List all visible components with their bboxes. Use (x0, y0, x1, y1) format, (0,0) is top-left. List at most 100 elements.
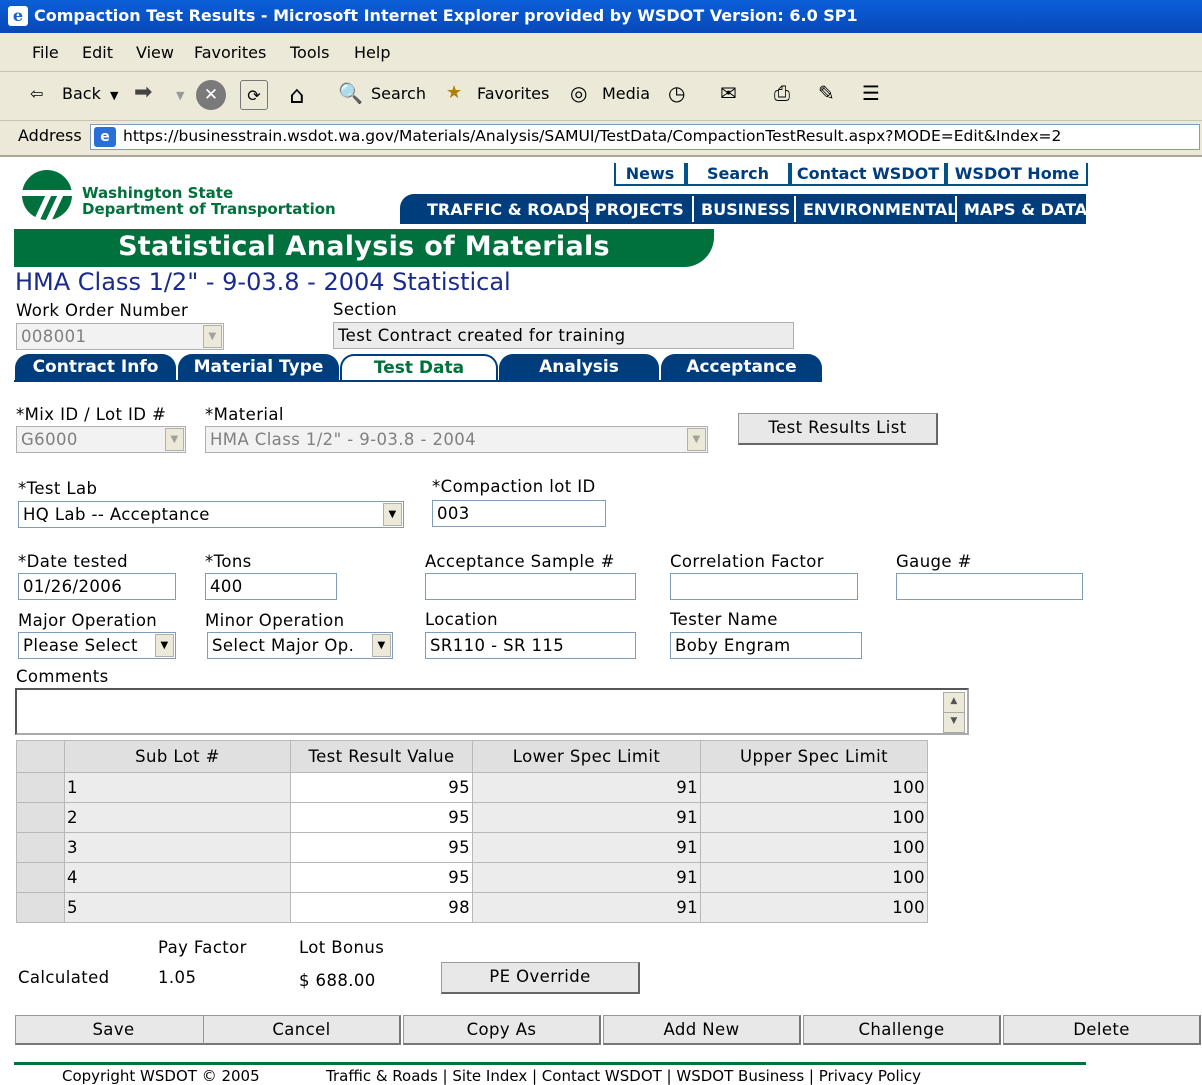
test-result-cell[interactable]: 95 (290, 772, 473, 803)
nav-environmental[interactable]: ENVIRONMENTAL (803, 200, 957, 219)
test-result-cell[interactable]: 98 (290, 892, 473, 923)
menu-tools[interactable]: Tools (290, 43, 329, 62)
print-icon[interactable]: ⎙ (774, 81, 790, 105)
column-header-sub-lot: Sub Lot # (64, 740, 291, 773)
media-button[interactable]: Media (602, 84, 650, 103)
refresh-icon[interactable]: ⟳ (240, 80, 268, 110)
top-link-news[interactable]: News (614, 163, 686, 186)
upper-spec-cell: 100 (700, 862, 928, 893)
search-button[interactable]: Search (371, 84, 426, 103)
upper-spec-cell: 100 (700, 772, 928, 803)
tons-input[interactable]: 400 (205, 573, 337, 600)
window-title: Compaction Test Results - Microsoft Inte… (34, 6, 858, 25)
page-icon: e (94, 127, 116, 147)
address-bar: Address e https://businesstrain.wsdot.wa… (0, 121, 1202, 157)
work-order-select: 008001 ▼ (16, 323, 224, 350)
nav-projects[interactable]: PROJECTS (595, 200, 684, 219)
forward-arrow-icon[interactable]: ➡ (134, 80, 152, 105)
discuss-icon[interactable]: ☰ (862, 81, 880, 105)
tester-name-input[interactable]: Boby Engram (670, 632, 862, 659)
gauge-input[interactable] (896, 573, 1083, 600)
row-selector[interactable] (16, 832, 65, 863)
sub-lot-cell: 4 (64, 862, 291, 893)
compaction-lot-input[interactable]: 003 (432, 500, 606, 527)
search-icon[interactable]: 🔍 (338, 81, 363, 105)
scroll-down-icon[interactable]: ▼ (943, 712, 965, 733)
mail-icon[interactable]: ✉ (720, 81, 737, 105)
acceptance-sample-input[interactable] (425, 573, 636, 600)
top-link-search[interactable]: Search (686, 163, 790, 186)
location-input[interactable]: SR110 - SR 115 (425, 632, 636, 659)
nav-business[interactable]: BUSINESS (701, 200, 790, 219)
top-link-home[interactable]: WSDOT Home (946, 163, 1088, 186)
nav-traffic-roads[interactable]: TRAFFIC & ROADS (427, 200, 590, 219)
test-result-cell[interactable]: 95 (290, 862, 473, 893)
correlation-factor-input[interactable] (670, 573, 858, 600)
tab-analysis[interactable]: Analysis (499, 354, 659, 380)
tab-material-type[interactable]: Material Type (178, 354, 339, 380)
top-link-contact[interactable]: Contact WSDOT (790, 163, 946, 186)
history-icon[interactable]: ◷ (668, 81, 685, 105)
address-input[interactable]: e https://businesstrain.wsdot.wa.gov/Mat… (90, 124, 1200, 150)
row-selector[interactable] (16, 892, 65, 923)
save-button[interactable]: Save (15, 1015, 213, 1045)
chevron-down-icon[interactable]: ▼ (176, 89, 184, 102)
tab-contract-info[interactable]: Contract Info (15, 354, 176, 380)
home-icon[interactable]: ⌂ (282, 80, 312, 110)
footer-links[interactable]: Traffic & Roads | Site Index | Contact W… (326, 1067, 921, 1085)
table-row: 1 95 91 100 (16, 772, 928, 803)
back-button[interactable]: Back (62, 84, 101, 103)
menu-view[interactable]: View (136, 43, 174, 62)
chevron-down-icon[interactable]: ▼ (110, 89, 118, 102)
lot-bonus-value: $ 688.00 (299, 971, 376, 990)
column-header-upper-spec: Upper Spec Limit (700, 740, 928, 773)
menu-file[interactable]: File (32, 43, 59, 62)
sub-lot-cell: 2 (64, 802, 291, 833)
row-selector[interactable] (16, 862, 65, 893)
test-result-cell[interactable]: 95 (290, 832, 473, 863)
address-url: https://businesstrain.wsdot.wa.gov/Mater… (123, 127, 1062, 145)
nav-maps-data[interactable]: MAPS & DATA (964, 200, 1087, 219)
test-lab-select[interactable]: HQ Lab -- Acceptance ▼ (18, 501, 404, 528)
stop-icon[interactable]: ✕ (196, 80, 226, 110)
challenge-button[interactable]: Challenge (803, 1015, 1001, 1045)
test-results-grid: Sub Lot # Test Result Value Lower Spec L… (16, 740, 928, 923)
tab-acceptance[interactable]: Acceptance (661, 354, 822, 380)
tons-label: *Tons (205, 552, 252, 571)
cancel-button[interactable]: Cancel (203, 1015, 401, 1045)
edit-icon[interactable]: ✎ (818, 81, 835, 105)
wsdot-logo-icon[interactable] (22, 170, 72, 220)
date-tested-input[interactable]: 01/26/2006 (18, 573, 176, 600)
tab-test-data[interactable]: Test Data (340, 354, 498, 382)
test-result-cell[interactable]: 95 (290, 802, 473, 833)
pe-override-button[interactable]: PE Override (441, 962, 640, 994)
minor-operation-select[interactable]: Select Major Op. ▼ (207, 632, 393, 659)
comments-textarea[interactable]: ▲ ▼ (15, 688, 969, 735)
row-selector[interactable] (16, 802, 65, 833)
major-operation-select[interactable]: Please Select ▼ (18, 632, 176, 659)
favorites-button[interactable]: Favorites (477, 84, 549, 103)
menu-bar: File Edit View Favorites Tools Help (0, 33, 1202, 72)
row-selector[interactable] (16, 772, 65, 803)
lower-spec-cell: 91 (472, 802, 701, 833)
copy-as-button[interactable]: Copy As (403, 1015, 601, 1045)
lower-spec-cell: 91 (472, 892, 701, 923)
media-icon[interactable]: ◎ (570, 81, 587, 105)
delete-button[interactable]: Delete (1003, 1015, 1201, 1045)
page-title: HMA Class 1/2" - 9-03.8 - 2004 Statistic… (15, 268, 511, 296)
calculated-label: Calculated (18, 968, 110, 987)
menu-favorites[interactable]: Favorites (194, 43, 266, 62)
menu-edit[interactable]: Edit (82, 43, 113, 62)
row-selector-header (16, 740, 65, 773)
menu-help[interactable]: Help (354, 43, 390, 62)
sub-lot-cell: 1 (64, 772, 291, 803)
location-label: Location (425, 610, 498, 629)
test-results-list-button[interactable]: Test Results List (738, 413, 938, 445)
table-row: 3 95 91 100 (16, 832, 928, 863)
favorites-star-icon[interactable]: ★ (446, 82, 462, 103)
scroll-up-icon[interactable]: ▲ (943, 692, 965, 713)
back-arrow-icon[interactable]: ⇦ (30, 84, 43, 103)
chevron-down-icon: ▼ (203, 325, 222, 348)
add-new-button[interactable]: Add New (603, 1015, 801, 1045)
compaction-lot-label: *Compaction lot ID (432, 477, 596, 496)
